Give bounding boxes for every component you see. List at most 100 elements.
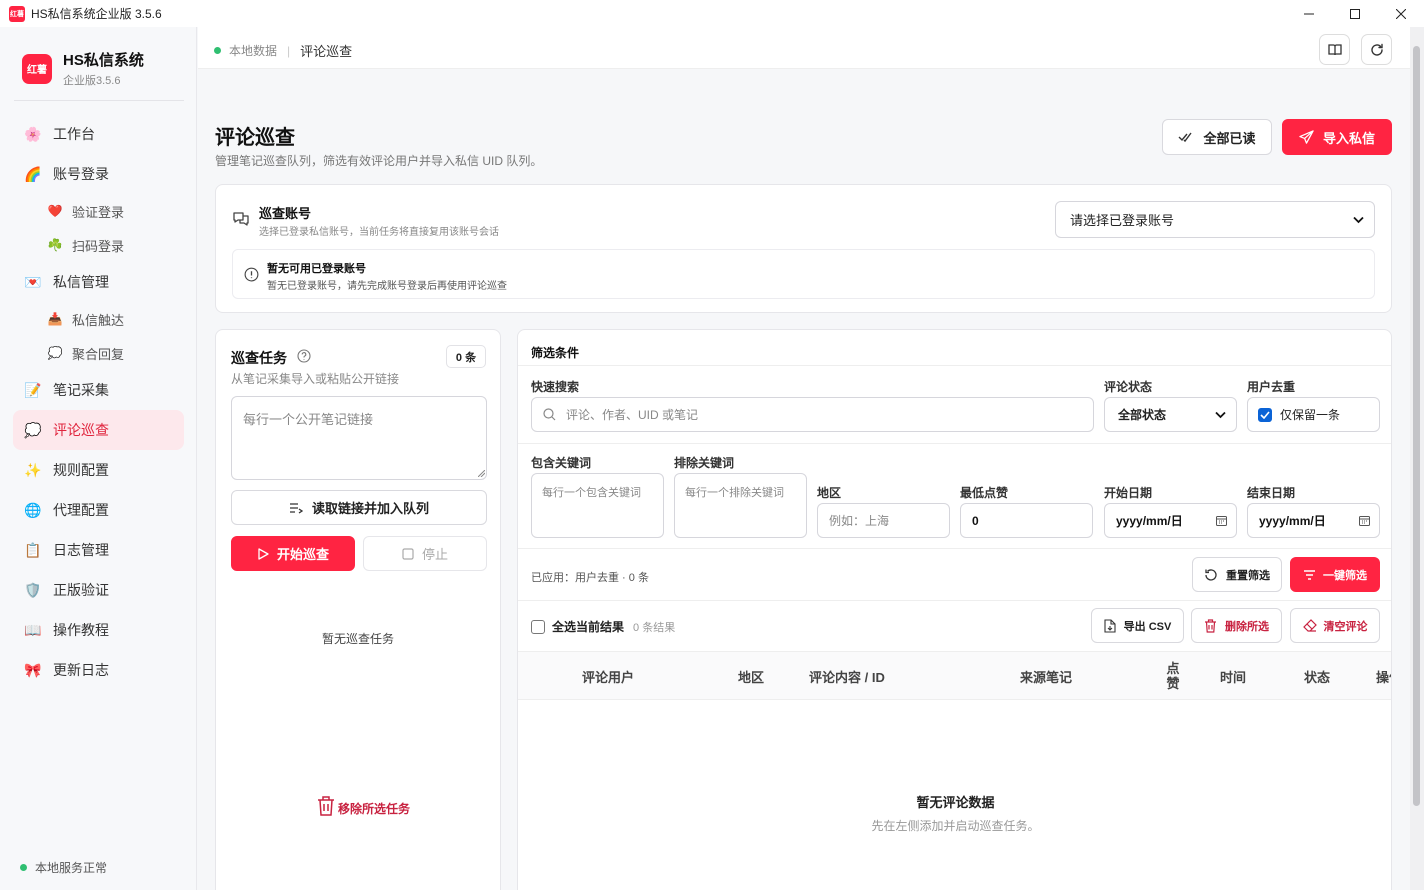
account-subtitle: 选择已登录私信账号，当前任务将直接复用该账号会话 <box>259 227 499 238</box>
include-keywords-textarea[interactable]: 每行一个包含关键词 <box>531 473 664 538</box>
scrollbar-thumb[interactable] <box>1413 46 1420 806</box>
account-select[interactable]: 请选择已登录账号 <box>1055 201 1375 238</box>
help-icon[interactable] <box>297 349 311 363</box>
speech-bubble-icon: 💭 <box>24 421 42 438</box>
brand: 红薯 HS私信系统 企业版3.5.6 <box>22 49 144 88</box>
reset-icon <box>1205 568 1217 581</box>
select-all-checkbox[interactable]: 全选当前结果 0 条结果 <box>531 618 675 635</box>
sidebar-item-tutorial[interactable]: 📖 操作教程 <box>13 610 184 650</box>
delete-selected-label: 删除所选 <box>1225 620 1269 633</box>
remove-selected-button[interactable]: 移除所选任务 <box>316 795 410 817</box>
sidebar-item-license[interactable]: 🛡️ 正版验证 <box>13 570 184 610</box>
column-header-status[interactable]: 状态 <box>1304 652 1330 700</box>
clear-comments-button[interactable]: 清空评论 <box>1290 608 1380 643</box>
quick-search-placeholder: 评论、作者、UID 或笔记 <box>566 408 699 422</box>
sidebar-item-dm-management[interactable]: 💌 私信管理 <box>13 262 184 302</box>
reset-filters-label: 重置筛选 <box>1226 569 1270 582</box>
reset-filters-button[interactable]: 重置筛选 <box>1192 557 1282 592</box>
dedupe-checkbox[interactable]: 仅保留一条 <box>1247 397 1380 432</box>
import-dm-button[interactable]: 导入私信 <box>1282 119 1392 155</box>
remove-selected-label: 移除所选任务 <box>338 802 411 816</box>
status-select[interactable]: 全部状态 <box>1104 397 1237 432</box>
title-bar: 红薯 HS私信系统企业版 3.5.6 <box>0 0 1424 27</box>
chat-icon <box>233 212 249 226</box>
brand-version: 企业版3.5.6 <box>63 75 121 87</box>
list-add-icon <box>289 502 303 514</box>
sidebar-item-note-collect[interactable]: 📝 笔记采集 <box>13 370 184 410</box>
inbox-icon: 📥 <box>47 312 63 326</box>
filter-card: 筛选条件 快速搜索 评论、作者、UID 或笔记 评论状态 全部状态 用户去重 仅… <box>517 329 1392 890</box>
min-likes-input[interactable]: 0 <box>960 503 1093 538</box>
end-date-input[interactable]: yyyy/mm/日 <box>1247 503 1380 538</box>
globe-icon: 🌐 <box>24 501 42 518</box>
sidebar-item-qr-login[interactable]: ☘️ 扫码登录 <box>13 228 184 262</box>
sidebar-item-comment-patrol[interactable]: 💭 评论巡查 <box>13 410 184 450</box>
stop-button[interactable]: 停止 <box>363 536 487 571</box>
chevron-down-icon <box>1353 216 1364 223</box>
sidebar-nav: 🌸 工作台 🌈 账号登录 ❤️ 验证登录 ☘️ 扫码登录 💌 私信管理 📥 私信触达 💭 聚合… <box>13 114 184 690</box>
maximize-button[interactable] <box>1332 0 1378 27</box>
exclude-keywords-textarea[interactable]: 每行一个排除关键词 <box>674 473 807 538</box>
window-controls <box>1286 0 1424 27</box>
column-header-likes[interactable]: 点赞 <box>1166 652 1180 700</box>
column-header-comment[interactable]: 评论内容 / ID <box>809 652 885 700</box>
refresh-button[interactable] <box>1361 34 1392 65</box>
sidebar-item-dm-outreach[interactable]: 📥 私信触达 <box>13 302 184 336</box>
status-dot-icon <box>214 47 221 54</box>
sidebar-item-label: 私信触达 <box>72 312 125 328</box>
brand-name: HS私信系统 <box>63 52 144 69</box>
refresh-icon <box>1370 43 1383 56</box>
task-empty-text: 暂无巡查任务 <box>321 632 394 646</box>
export-csv-button[interactable]: 导出 CSV <box>1091 608 1184 643</box>
speech-bubble-icon: 💭 <box>47 346 63 360</box>
sidebar-item-rule-config[interactable]: ✨ 规则配置 <box>13 450 184 490</box>
exclude-keywords-label: 排除关键词 <box>674 456 735 470</box>
sidebar-item-label: 代理配置 <box>53 502 109 518</box>
breadcrumb-current: 评论巡查 <box>300 44 353 59</box>
shield-icon: 🛡️ <box>24 581 42 598</box>
column-header-user[interactable]: 评论用户 <box>582 652 634 700</box>
breadcrumb: 本地数据 | 评论巡查 <box>214 41 352 60</box>
minimize-button[interactable] <box>1286 0 1332 27</box>
task-subtitle: 从笔记采集导入或粘贴公开链接 <box>231 372 400 386</box>
column-header-time[interactable]: 时间 <box>1220 652 1246 700</box>
calendar-icon[interactable] <box>1216 515 1227 526</box>
file-export-icon <box>1104 618 1116 633</box>
start-patrol-button[interactable]: 开始巡查 <box>231 536 355 571</box>
read-links-button[interactable]: 读取链接并加入队列 <box>231 490 487 525</box>
sidebar-item-log-management[interactable]: 📋 日志管理 <box>13 530 184 570</box>
column-header-region[interactable]: 地区 <box>738 652 764 700</box>
quick-search-input[interactable]: 评论、作者、UID 或笔记 <box>531 397 1094 432</box>
rainbow-icon: 🌈 <box>24 165 42 182</box>
sidebar-item-aggregate-reply[interactable]: 💭 聚合回复 <box>13 336 184 370</box>
close-button[interactable] <box>1378 0 1424 27</box>
sidebar-item-workbench[interactable]: 🌸 工作台 <box>13 114 184 154</box>
column-header-actions[interactable]: 操作 <box>1376 652 1391 700</box>
account-select-value: 请选择已登录账号 <box>1070 213 1175 228</box>
service-status: 本地服务正常 <box>20 859 107 876</box>
quick-search-label: 快速搜索 <box>531 380 580 394</box>
breadcrumb-separator: | <box>287 43 291 58</box>
end-date-label: 结束日期 <box>1247 486 1296 500</box>
sidebar-item-changelog[interactable]: 🎀 更新日志 <box>13 650 184 690</box>
apply-filters-button[interactable]: 一键筛选 <box>1290 557 1380 592</box>
task-card: 巡查任务 0 条 从笔记采集导入或粘贴公开链接 每行一个公开笔记链接 读取链接并… <box>215 329 501 890</box>
start-date-input[interactable]: yyyy/mm/日 <box>1104 503 1237 538</box>
brand-logo: 红薯 <box>22 53 52 84</box>
trash-icon <box>318 796 334 816</box>
search-icon <box>543 408 556 421</box>
mark-all-read-button[interactable]: 全部已读 <box>1162 119 1272 155</box>
info-circle-icon <box>244 267 259 282</box>
region-input[interactable]: 例如：上海 <box>817 503 950 538</box>
calendar-icon[interactable] <box>1359 515 1370 526</box>
sidebar-item-verify-login[interactable]: ❤️ 验证登录 <box>13 194 184 228</box>
sidebar-item-proxy-config[interactable]: 🌐 代理配置 <box>13 490 184 530</box>
delete-selected-button[interactable]: 删除所选 <box>1191 608 1282 643</box>
column-header-source-note[interactable]: 来源笔记 <box>1020 652 1072 700</box>
sidebar-item-account-login[interactable]: 🌈 账号登录 <box>13 154 184 194</box>
start-date-value: yyyy/mm/日 <box>1116 514 1183 528</box>
guide-button[interactable] <box>1319 34 1350 65</box>
scrollbar[interactable] <box>1410 27 1424 890</box>
apply-filters-label: 一键筛选 <box>1323 569 1367 582</box>
link-textarea[interactable]: 每行一个公开笔记链接 <box>231 396 487 480</box>
